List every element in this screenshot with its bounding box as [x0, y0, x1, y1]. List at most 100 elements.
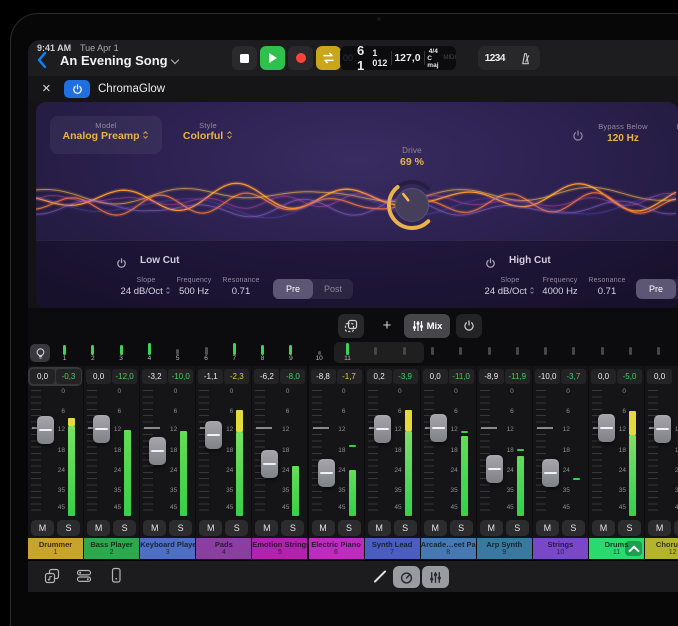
fader-handle[interactable]: [37, 416, 54, 444]
lcd-display[interactable]: 00 6 1 1 012 127,0 4/4 C maj MIDI: [340, 46, 456, 70]
fader-value-readout[interactable]: 0,0: [30, 369, 55, 384]
track-name-tile[interactable]: Arp Synth9: [477, 538, 532, 559]
mute-button[interactable]: M: [255, 520, 278, 536]
stop-button[interactable]: [232, 46, 257, 70]
fader-value-readout[interactable]: -3,2: [142, 369, 167, 384]
high-cut-resonance[interactable]: Resonance 0.71: [572, 277, 642, 297]
peak-value-readout[interactable]: -11,0: [449, 369, 474, 384]
model-selector[interactable]: Model Analog Preamp: [50, 116, 162, 154]
mute-button[interactable]: M: [480, 520, 503, 536]
fader-handle[interactable]: [598, 414, 615, 442]
solo-button[interactable]: S: [281, 520, 304, 536]
peak-value-readout[interactable]: -10,0: [168, 369, 193, 384]
bypass-below-control[interactable]: Bypass Below 120 Hz: [588, 122, 658, 144]
track-name-tile[interactable]: Bass Player2: [84, 538, 139, 559]
track-name-tile[interactable]: Electric Piano6: [309, 538, 364, 559]
track-name-tile[interactable]: Chorus V12: [645, 538, 678, 559]
solo-button[interactable]: S: [450, 520, 473, 536]
drive-knob[interactable]: [380, 173, 444, 237]
collapse-strip-button[interactable]: [625, 541, 642, 556]
fader-value-readout[interactable]: -1,1: [198, 369, 223, 384]
solo-button[interactable]: S: [113, 520, 136, 536]
track-name-tile[interactable]: Pads4: [196, 538, 251, 559]
mute-button[interactable]: M: [87, 520, 110, 536]
track-name-tile[interactable]: Arcade…eet Pad8: [421, 538, 476, 559]
fader-value-readout[interactable]: 0,0: [423, 369, 448, 384]
mixer-power-button[interactable]: [456, 314, 482, 338]
fader-value-readout[interactable]: 0,0: [591, 369, 616, 384]
high-cut-pre-button[interactable]: Pre: [636, 279, 676, 299]
peak-value-readout[interactable]: -0,3: [56, 369, 81, 384]
fader-value-readout[interactable]: -6,2: [254, 369, 279, 384]
peak-value-readout[interactable]: -3,9: [393, 369, 418, 384]
solo-button[interactable]: S: [338, 520, 361, 536]
solo-button[interactable]: S: [394, 520, 417, 536]
fader-handle[interactable]: [205, 421, 222, 449]
solo-button[interactable]: S: [618, 520, 641, 536]
metronome-icon[interactable]: [518, 51, 533, 66]
browser-button[interactable]: [76, 568, 92, 589]
song-title[interactable]: An Evening Song: [60, 53, 168, 68]
level-control[interactable]: Level 0.0: [658, 122, 678, 144]
play-button[interactable]: [260, 46, 285, 70]
fader-handle[interactable]: [149, 437, 166, 465]
fader-handle[interactable]: [542, 459, 559, 487]
add-channel-button[interactable]: +: [374, 314, 400, 338]
filter-bulb-button[interactable]: [30, 344, 50, 362]
mute-button[interactable]: M: [536, 520, 559, 536]
low-cut-power-button[interactable]: [116, 256, 127, 274]
fader-handle[interactable]: [318, 459, 335, 487]
mixer-view-button[interactable]: [422, 566, 449, 588]
fader-value-readout[interactable]: -10,0: [535, 369, 560, 384]
bypass-power-button[interactable]: [572, 129, 584, 147]
fader-handle[interactable]: [430, 414, 447, 442]
cycle-button[interactable]: [316, 46, 341, 70]
peak-value-readout[interactable]: -12,0: [112, 369, 137, 384]
mute-button[interactable]: M: [31, 520, 54, 536]
fader-handle[interactable]: [654, 415, 671, 443]
mute-button[interactable]: M: [592, 520, 615, 536]
plugin-power-button[interactable]: [64, 80, 90, 98]
high-cut-power-button[interactable]: [485, 256, 496, 274]
fader-value-readout[interactable]: 0,2: [367, 369, 392, 384]
track-name-tile[interactable]: Drums11: [589, 538, 644, 559]
fader-value-readout[interactable]: 0,0: [647, 369, 672, 384]
mute-button[interactable]: M: [143, 520, 166, 536]
track-name-tile[interactable]: Emotion Strings5: [252, 538, 307, 559]
fader-handle[interactable]: [261, 450, 278, 478]
solo-button[interactable]: S: [506, 520, 529, 536]
style-selector[interactable]: Style Colorful: [168, 116, 248, 154]
fader-value-readout[interactable]: -8,8: [311, 369, 336, 384]
low-cut-post-button[interactable]: Post: [313, 279, 353, 299]
fader-handle[interactable]: [374, 415, 391, 443]
solo-button[interactable]: S: [57, 520, 80, 536]
fader-handle[interactable]: [93, 415, 110, 443]
mute-button[interactable]: M: [424, 520, 447, 536]
low-cut-resonance[interactable]: Resonance 0.71: [206, 277, 276, 297]
mute-button[interactable]: M: [368, 520, 391, 536]
track-name-tile[interactable]: Keyboard Player3: [140, 538, 195, 559]
mute-button[interactable]: M: [199, 520, 222, 536]
controls-view-button[interactable]: [393, 566, 420, 588]
loops-browser-button[interactable]: [44, 568, 60, 589]
peak-value-readout[interactable]: -1,7: [337, 369, 362, 384]
back-button[interactable]: [36, 51, 47, 74]
peak-value-readout[interactable]: -3,7: [561, 369, 586, 384]
track-name-tile[interactable]: Synth Lead7: [365, 538, 420, 559]
peak-value-readout[interactable]: -8,0: [280, 369, 305, 384]
low-cut-pre-button[interactable]: Pre: [273, 279, 313, 299]
solo-button[interactable]: S: [225, 520, 248, 536]
close-plugin-button[interactable]: ×: [42, 80, 51, 97]
edit-button[interactable]: [372, 568, 388, 589]
solo-button[interactable]: S: [674, 520, 678, 536]
record-button[interactable]: [288, 46, 313, 70]
solo-button[interactable]: S: [169, 520, 192, 536]
mute-button[interactable]: M: [648, 520, 671, 536]
duplicate-button[interactable]: [338, 314, 364, 338]
fader-handle[interactable]: [486, 455, 503, 483]
fader-value-readout[interactable]: 0,0: [86, 369, 111, 384]
track-name-tile[interactable]: Drummer1: [28, 538, 83, 559]
peak-value-readout[interactable]: -2,3: [224, 369, 249, 384]
track-name-tile[interactable]: Strings10: [533, 538, 588, 559]
mix-view-button[interactable]: Mix: [404, 314, 450, 338]
